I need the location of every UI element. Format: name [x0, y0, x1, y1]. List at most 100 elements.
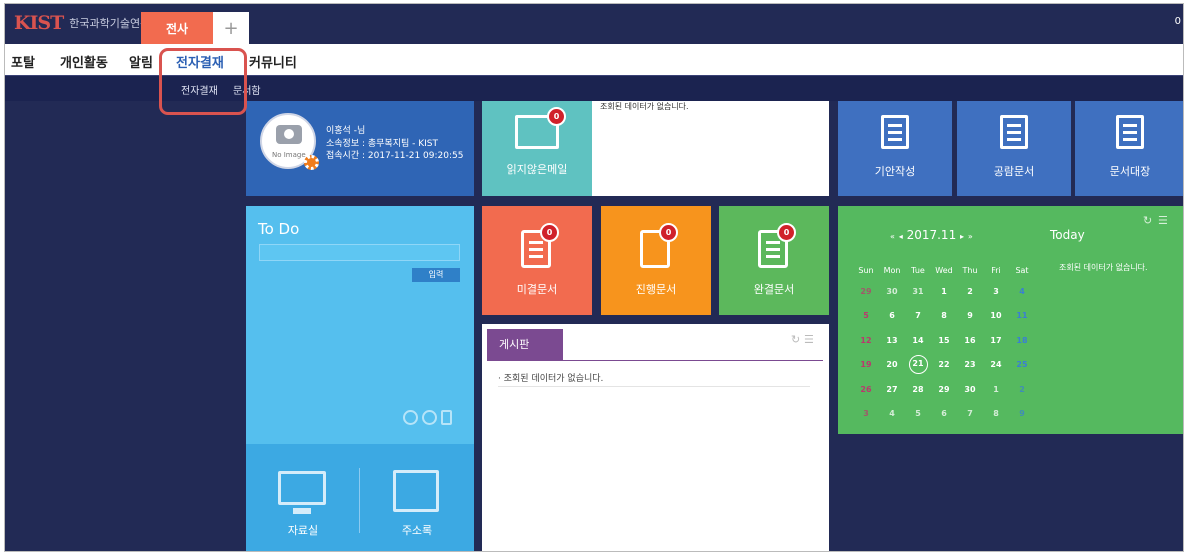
- download-icon[interactable]: [422, 410, 437, 425]
- menu-community[interactable]: 커뮤니티: [249, 52, 297, 71]
- board-tab[interactable]: 게시판: [487, 329, 563, 361]
- today-button[interactable]: Today: [1050, 228, 1085, 242]
- calendar-day[interactable]: 13: [879, 336, 905, 345]
- completed-label: 완결문서: [753, 283, 795, 296]
- calendar-day[interactable]: 25: [1009, 360, 1035, 369]
- calendar-day[interactable]: 29: [853, 287, 879, 296]
- refresh-icon[interactable]: ↻: [791, 333, 800, 346]
- calendar-day[interactable]: 20: [879, 360, 905, 369]
- calendar-day[interactable]: 1: [931, 287, 957, 296]
- add-tab-button[interactable]: +: [213, 12, 249, 44]
- trash-icon[interactable]: [441, 410, 452, 425]
- calendar-day[interactable]: 8: [931, 311, 957, 320]
- menu-icon[interactable]: ☰: [804, 333, 814, 346]
- calendar-day[interactable]: 10: [983, 311, 1009, 320]
- calendar-week: 3456789: [853, 402, 1035, 427]
- calendar-day[interactable]: 22: [931, 360, 957, 369]
- board-panel: 게시판 ↻ ☰ · 조회된 데이터가 없습니다.: [482, 324, 829, 551]
- calendar-day[interactable]: 11: [1009, 311, 1035, 320]
- calendar-day[interactable]: 7: [957, 409, 983, 418]
- quick-link-circulation[interactable]: 공람문서: [957, 101, 1071, 196]
- shortcut-panel: 자료실 주소록: [246, 444, 474, 551]
- profile-card: No Image 이홍석 -님 소속정보 : 총무복지팀 - KIST 접속시간…: [246, 101, 474, 196]
- calendar-day[interactable]: 5: [905, 409, 931, 418]
- refresh-icon[interactable]: ↻: [1143, 214, 1152, 227]
- address-book-label[interactable]: 주소록: [360, 522, 474, 538]
- menu-icon[interactable]: ☰: [1158, 214, 1168, 227]
- next-month-icon[interactable]: ▸: [960, 232, 964, 241]
- menu-notification[interactable]: 알림: [129, 52, 153, 71]
- mail-empty-message: 조회된 데이터가 없습니다.: [600, 102, 689, 111]
- calendar-day[interactable]: 26: [853, 385, 879, 394]
- calendar-day[interactable]: 18: [1009, 336, 1035, 345]
- avatar[interactable]: No Image: [260, 113, 319, 170]
- calendar-day[interactable]: 27: [879, 385, 905, 394]
- calendar-day[interactable]: 2: [1009, 385, 1035, 394]
- archive-label[interactable]: 자료실: [246, 522, 360, 538]
- calendar-day[interactable]: 4: [879, 409, 905, 418]
- completed-documents-tile[interactable]: 0 완결문서: [719, 206, 829, 315]
- calendar-week: 29 30 31 1 2 3 4: [853, 279, 1035, 304]
- no-image-label: No Image: [272, 151, 306, 159]
- calendar-day[interactable]: 12: [853, 336, 879, 345]
- monitor-icon[interactable]: [278, 471, 326, 514]
- calendar-day[interactable]: 28: [905, 385, 931, 394]
- calendar-day-today[interactable]: 21: [905, 355, 931, 375]
- calendar-day[interactable]: 23: [957, 360, 983, 369]
- kist-logo-mark: KIST: [14, 12, 64, 34]
- todo-add-button[interactable]: 입력: [412, 268, 460, 282]
- pending-documents-tile[interactable]: 0 미결문서: [482, 206, 592, 315]
- weekday-label: Wed: [935, 265, 953, 275]
- calendar-day[interactable]: 5: [853, 311, 879, 320]
- todo-input[interactable]: [259, 244, 460, 261]
- calendar-day[interactable]: 17: [983, 336, 1009, 345]
- check-icon[interactable]: [403, 410, 418, 425]
- menu-portal[interactable]: 포탈: [11, 52, 35, 71]
- document-icon: [1116, 115, 1144, 149]
- tab-all[interactable]: 전사: [141, 12, 213, 44]
- calendar-day[interactable]: 29: [931, 385, 957, 394]
- calendar-day[interactable]: 2: [957, 287, 983, 296]
- calendar-day[interactable]: 6: [879, 311, 905, 320]
- calendar-month: 2017.11: [906, 228, 957, 242]
- calendar-day[interactable]: 3: [853, 409, 879, 418]
- prev-year-icon[interactable]: «: [890, 232, 895, 241]
- unread-mail-tile[interactable]: 0 읽지않은메일: [482, 101, 592, 196]
- quick-link-register[interactable]: 문서대장: [1075, 101, 1183, 196]
- calendar-day[interactable]: 15: [931, 336, 957, 345]
- calendar-day[interactable]: 8: [983, 409, 1009, 418]
- calendar-day[interactable]: 14: [905, 336, 931, 345]
- quick-link-draft[interactable]: 기안작성: [838, 101, 952, 196]
- calendar-day[interactable]: 16: [957, 336, 983, 345]
- calendar-day[interactable]: 4: [1009, 287, 1035, 296]
- calendar-nav: « ◂ 2017.11 ▸ »: [890, 228, 973, 242]
- document-icon: [1000, 115, 1028, 149]
- calendar-panel: ↻ ☰ « ◂ 2017.11 ▸ » Today 조회된 데이터가 없습니다.…: [838, 206, 1183, 434]
- calendar-day[interactable]: 19: [853, 360, 879, 369]
- calendar-day[interactable]: 31: [905, 287, 931, 296]
- menu-personal[interactable]: 개인활동: [60, 52, 108, 71]
- next-year-icon[interactable]: »: [968, 232, 973, 241]
- logo[interactable]: KIST 한국과학기술연구원: [14, 12, 160, 34]
- calendar-day[interactable]: 1: [983, 385, 1009, 394]
- calendar-day[interactable]: 9: [957, 311, 983, 320]
- profile-login-time: 접속시간 : 2017-11-21 09:20:55: [326, 151, 464, 161]
- calendar-day[interactable]: 3: [983, 287, 1009, 296]
- address-book-icon[interactable]: [393, 470, 439, 512]
- calendar-day[interactable]: 24: [983, 360, 1009, 369]
- submenu-document-box[interactable]: 문서함: [233, 82, 261, 97]
- calendar-day[interactable]: 30: [957, 385, 983, 394]
- submenu-approval[interactable]: 전자결재: [181, 82, 218, 97]
- prev-month-icon[interactable]: ◂: [899, 232, 903, 241]
- calendar-day[interactable]: 6: [931, 409, 957, 418]
- in-progress-documents-tile[interactable]: 0 진행문서: [601, 206, 711, 315]
- calendar-day[interactable]: 7: [905, 311, 931, 320]
- menu-approval[interactable]: 전자결재: [176, 52, 224, 71]
- calendar-grid: Sun Mon Tue Wed Thu Fri Sat 29 30 31 1 2 3 4 5 6 7 8 9 10 11…: [853, 261, 1035, 426]
- calendar-day[interactable]: 9: [1009, 409, 1035, 418]
- calendar-day[interactable]: 30: [879, 287, 905, 296]
- gear-icon[interactable]: [304, 155, 319, 170]
- top-bar: KIST 한국과학기술연구원 전사 + 0: [5, 4, 1183, 44]
- calendar-week: 5 6 7 8 9 10 11: [853, 304, 1035, 329]
- weekday-label: Sat: [1015, 265, 1029, 275]
